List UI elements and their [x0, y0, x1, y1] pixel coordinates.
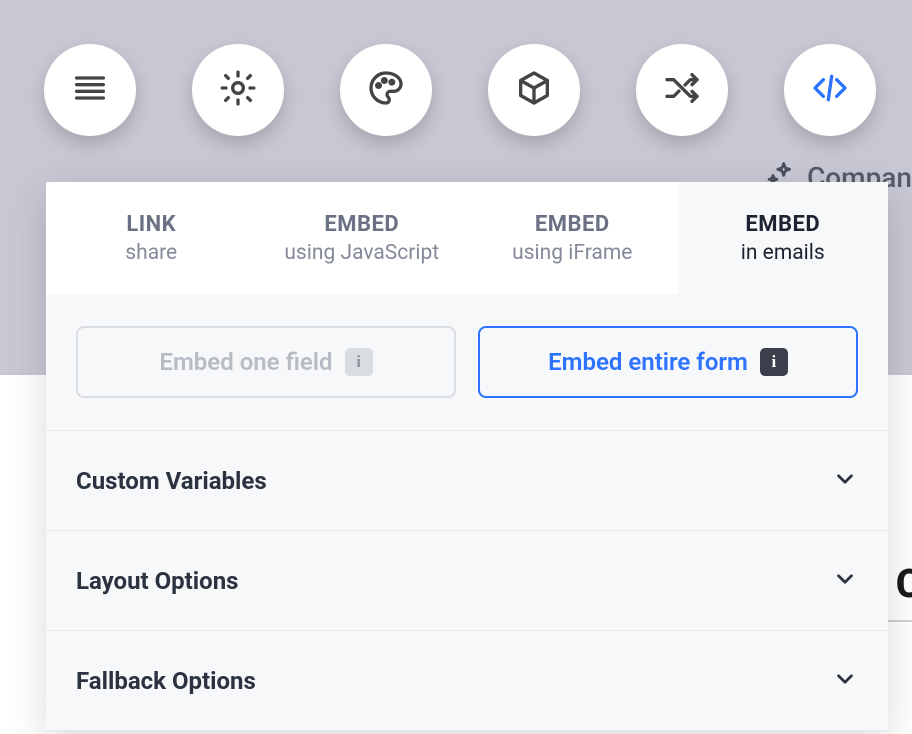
side-partial-text: C	[896, 560, 912, 607]
tabs-row: LINK share EMBED using JavaScript EMBED …	[46, 182, 888, 294]
accordion-custom-variables[interactable]: Custom Variables	[46, 431, 888, 531]
tab-title: LINK	[126, 212, 176, 237]
menu-button[interactable]	[44, 44, 136, 136]
accordion-fallback-options[interactable]: Fallback Options	[46, 631, 888, 731]
info-icon[interactable]: i	[760, 348, 788, 376]
embed-one-field-option[interactable]: Embed one field i	[76, 326, 456, 398]
accordion-label: Custom Variables	[76, 467, 267, 495]
toolbar-icon-row	[44, 44, 876, 136]
info-icon[interactable]: i	[345, 348, 373, 376]
option-label: Embed one field	[159, 348, 332, 376]
tab-title: EMBED	[535, 212, 610, 237]
shuffle-button[interactable]	[636, 44, 728, 136]
chevron-down-icon	[832, 566, 858, 596]
tab-embed-emails[interactable]: EMBED in emails	[678, 182, 889, 294]
side-divider	[888, 620, 912, 622]
gear-icon	[218, 68, 258, 112]
code-icon	[810, 68, 850, 112]
tab-title: EMBED	[324, 212, 399, 237]
embed-entire-form-option[interactable]: Embed entire form i	[478, 326, 858, 398]
tab-embed-javascript[interactable]: EMBED using JavaScript	[257, 182, 468, 294]
tab-subtitle: using JavaScript	[284, 241, 439, 265]
share-embed-panel: LINK share EMBED using JavaScript EMBED …	[46, 182, 888, 731]
shuffle-icon	[662, 68, 702, 112]
tab-subtitle: in emails	[741, 241, 825, 265]
tab-title: EMBED	[745, 212, 820, 237]
menu-icon	[70, 68, 110, 112]
accordion-label: Fallback Options	[76, 667, 256, 695]
chevron-down-icon	[832, 666, 858, 696]
tab-link-share[interactable]: LINK share	[46, 182, 257, 294]
accordion-label: Layout Options	[76, 567, 238, 595]
tab-embed-iframe[interactable]: EMBED using iFrame	[467, 182, 678, 294]
palette-icon	[366, 68, 406, 112]
cube-icon	[514, 68, 554, 112]
option-label: Embed entire form	[548, 348, 748, 376]
settings-button[interactable]	[192, 44, 284, 136]
tab-subtitle: share	[125, 241, 177, 265]
cube-button[interactable]	[488, 44, 580, 136]
accordion: Custom Variables Layout Options Fallback…	[46, 430, 888, 731]
code-button[interactable]	[784, 44, 876, 136]
chevron-down-icon	[832, 466, 858, 496]
accordion-layout-options[interactable]: Layout Options	[46, 531, 888, 631]
palette-button[interactable]	[340, 44, 432, 136]
embed-options-row: Embed one field i Embed entire form i	[46, 294, 888, 430]
tab-subtitle: using iFrame	[512, 241, 632, 265]
